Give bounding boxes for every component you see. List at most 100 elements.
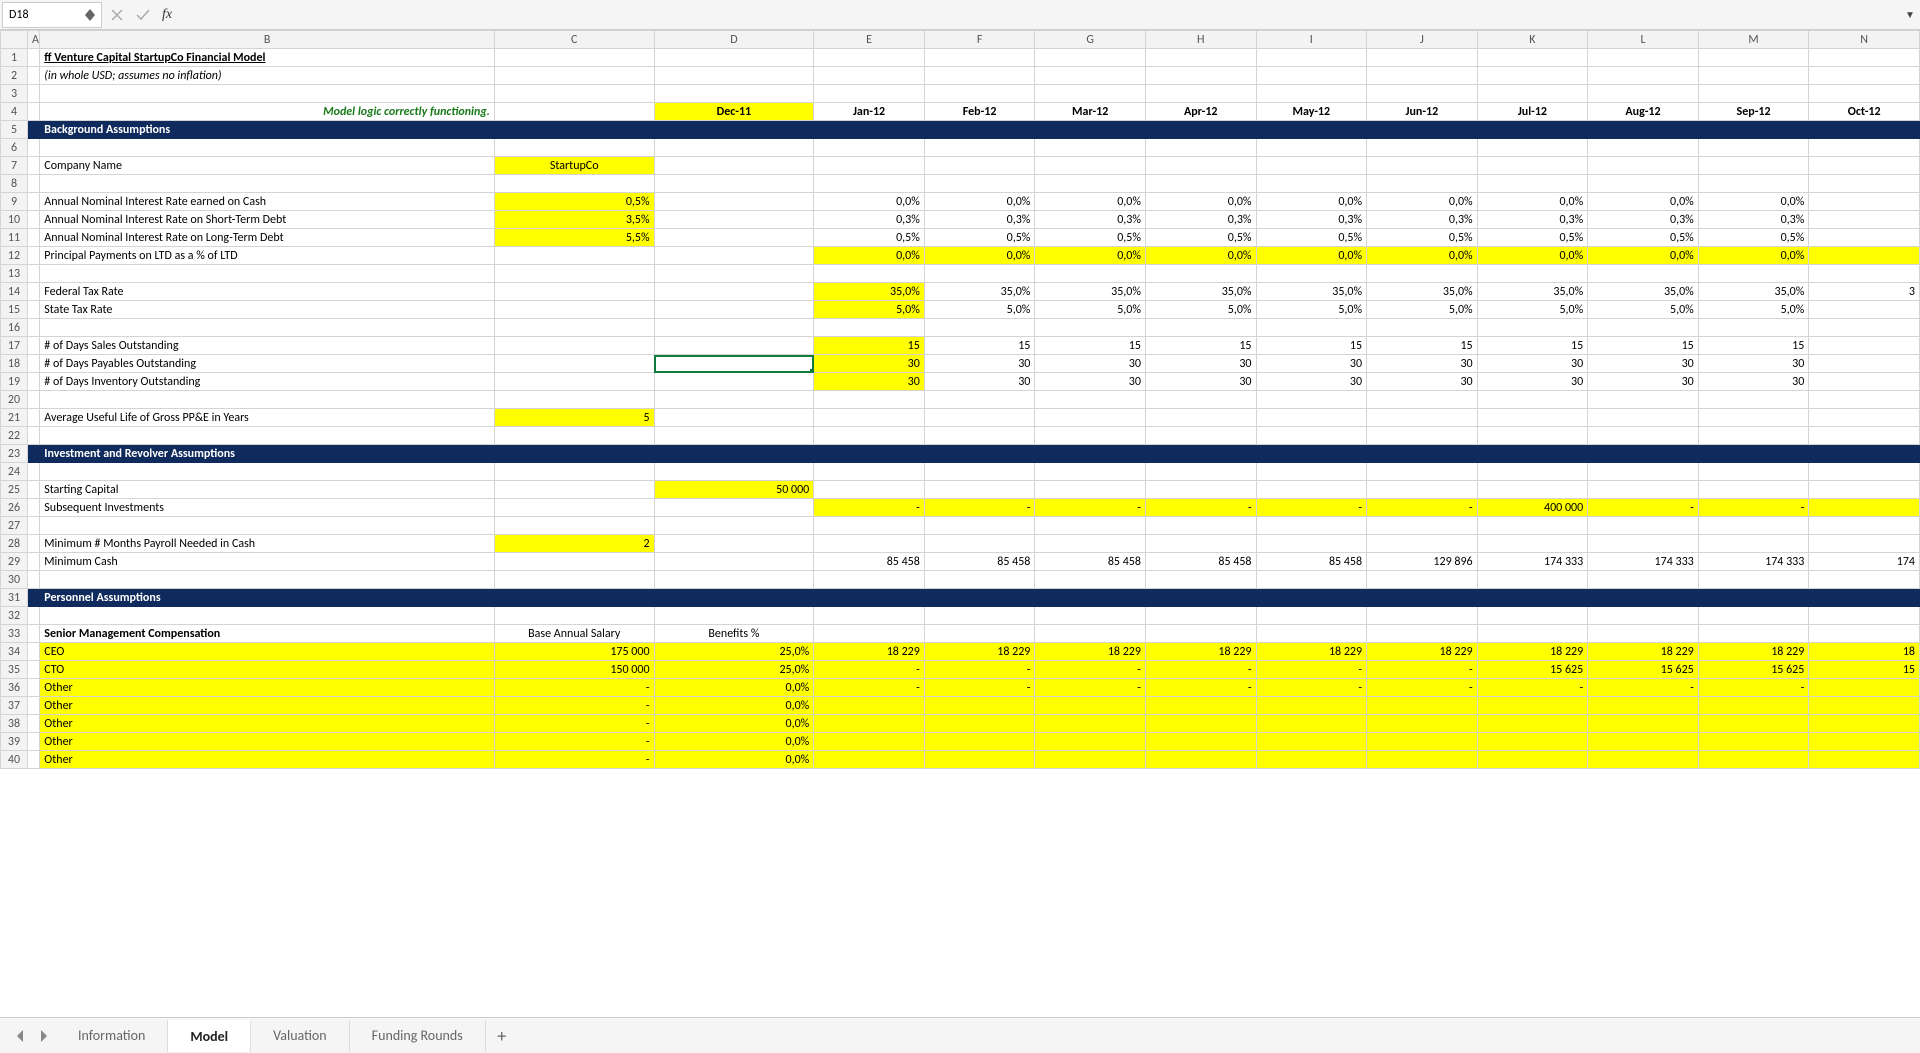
cell-D4[interactable]: Dec-11 [654, 103, 814, 121]
cell-I7[interactable] [1256, 157, 1367, 175]
row-header-18[interactable]: 18 [1, 355, 28, 373]
cell-J38[interactable] [1367, 715, 1478, 733]
cell-G15[interactable]: 5,0% [1035, 301, 1146, 319]
cell-E9[interactable]: 0,0% [814, 193, 925, 211]
row-header-11[interactable]: 11 [1, 229, 28, 247]
cell-G16[interactable] [1035, 319, 1146, 337]
cell-A3[interactable] [28, 85, 40, 103]
cell-E16[interactable] [814, 319, 925, 337]
cell-L9[interactable]: 0,0% [1588, 193, 1699, 211]
cell-B40[interactable]: Other [40, 751, 495, 769]
row-header-10[interactable]: 10 [1, 211, 28, 229]
cell-E39[interactable] [814, 733, 925, 751]
cell-A14[interactable] [28, 283, 40, 301]
section-header[interactable]: Personnel Assumptions [40, 589, 1920, 607]
cell-G17[interactable]: 15 [1035, 337, 1146, 355]
cell-N32[interactable] [1809, 607, 1920, 625]
cell-A40[interactable] [28, 751, 40, 769]
cell-J1[interactable] [1367, 49, 1478, 67]
cell-E19[interactable]: 30 [814, 373, 925, 391]
cell-C17[interactable] [494, 337, 654, 355]
cell-A5[interactable] [28, 121, 40, 139]
cell-H24[interactable] [1145, 463, 1256, 481]
cell-I17[interactable]: 15 [1256, 337, 1367, 355]
row-header-12[interactable]: 12 [1, 247, 28, 265]
cell-D2[interactable] [654, 67, 814, 85]
cell-H29[interactable]: 85 458 [1145, 553, 1256, 571]
cell-J11[interactable]: 0,5% [1367, 229, 1478, 247]
cell-J14[interactable]: 35,0% [1367, 283, 1478, 301]
cell-F22[interactable] [924, 427, 1035, 445]
cell-I21[interactable] [1256, 409, 1367, 427]
cell-N15[interactable] [1809, 301, 1920, 319]
cell-B30[interactable] [40, 571, 495, 589]
row-header-25[interactable]: 25 [1, 481, 28, 499]
cell-H35[interactable]: - [1145, 661, 1256, 679]
cell-N1[interactable] [1809, 49, 1920, 67]
cell-K13[interactable] [1477, 265, 1588, 283]
cell-F33[interactable] [924, 625, 1035, 643]
cell-N6[interactable] [1809, 139, 1920, 157]
cell-B24[interactable] [40, 463, 495, 481]
cell-I10[interactable]: 0,3% [1256, 211, 1367, 229]
cell-G9[interactable]: 0,0% [1035, 193, 1146, 211]
cell-A28[interactable] [28, 535, 40, 553]
cell-C10[interactable]: 3,5% [494, 211, 654, 229]
cell-D35[interactable]: 25,0% [654, 661, 814, 679]
cell-K19[interactable]: 30 [1477, 373, 1588, 391]
cell-F29[interactable]: 85 458 [924, 553, 1035, 571]
cell-I29[interactable]: 85 458 [1256, 553, 1367, 571]
cell-J29[interactable]: 129 896 [1367, 553, 1478, 571]
cell-H12[interactable]: 0,0% [1145, 247, 1256, 265]
cell-G36[interactable]: - [1035, 679, 1146, 697]
cell-K26[interactable]: 400 000 [1477, 499, 1588, 517]
cell-E40[interactable] [814, 751, 925, 769]
cell-L16[interactable] [1588, 319, 1699, 337]
cell-N22[interactable] [1809, 427, 1920, 445]
cell-N24[interactable] [1809, 463, 1920, 481]
cell-I3[interactable] [1256, 85, 1367, 103]
col-header-A[interactable]: A [28, 31, 40, 49]
row-header-30[interactable]: 30 [1, 571, 28, 589]
cell-A16[interactable] [28, 319, 40, 337]
cell-M19[interactable]: 30 [1698, 373, 1809, 391]
cell-D36[interactable]: 0,0% [654, 679, 814, 697]
cell-D7[interactable] [654, 157, 814, 175]
cell-G29[interactable]: 85 458 [1035, 553, 1146, 571]
cell-D6[interactable] [654, 139, 814, 157]
row-header-33[interactable]: 33 [1, 625, 28, 643]
col-header-N[interactable]: N [1809, 31, 1920, 49]
cell-E25[interactable] [814, 481, 925, 499]
cell-C18[interactable] [494, 355, 654, 373]
cell-J15[interactable]: 5,0% [1367, 301, 1478, 319]
row-header-23[interactable]: 23 [1, 445, 28, 463]
cell-J8[interactable] [1367, 175, 1478, 193]
cell-M22[interactable] [1698, 427, 1809, 445]
cell-K20[interactable] [1477, 391, 1588, 409]
cell-L12[interactable]: 0,0% [1588, 247, 1699, 265]
cell-G2[interactable] [1035, 67, 1146, 85]
cell-I22[interactable] [1256, 427, 1367, 445]
cell-E32[interactable] [814, 607, 925, 625]
cell-C37[interactable]: - [494, 697, 654, 715]
cell-A27[interactable] [28, 517, 40, 535]
cell-M32[interactable] [1698, 607, 1809, 625]
section-header[interactable]: Background Assumptions [40, 121, 1920, 139]
cell-D8[interactable] [654, 175, 814, 193]
cell-K21[interactable] [1477, 409, 1588, 427]
cell-H33[interactable] [1145, 625, 1256, 643]
cell-E33[interactable] [814, 625, 925, 643]
col-header-G[interactable]: G [1035, 31, 1146, 49]
cell-N8[interactable] [1809, 175, 1920, 193]
cell-D29[interactable] [654, 553, 814, 571]
cell-J28[interactable] [1367, 535, 1478, 553]
cell-B18[interactable]: # of Days Payables Outstanding [40, 355, 495, 373]
col-header-C[interactable]: C [494, 31, 654, 49]
cell-L40[interactable] [1588, 751, 1699, 769]
cell-C4[interactable] [494, 103, 654, 121]
add-sheet-button[interactable]: + [486, 1025, 518, 1047]
cell-G30[interactable] [1035, 571, 1146, 589]
cell-L17[interactable]: 15 [1588, 337, 1699, 355]
row-header-7[interactable]: 7 [1, 157, 28, 175]
cell-C27[interactable] [494, 517, 654, 535]
